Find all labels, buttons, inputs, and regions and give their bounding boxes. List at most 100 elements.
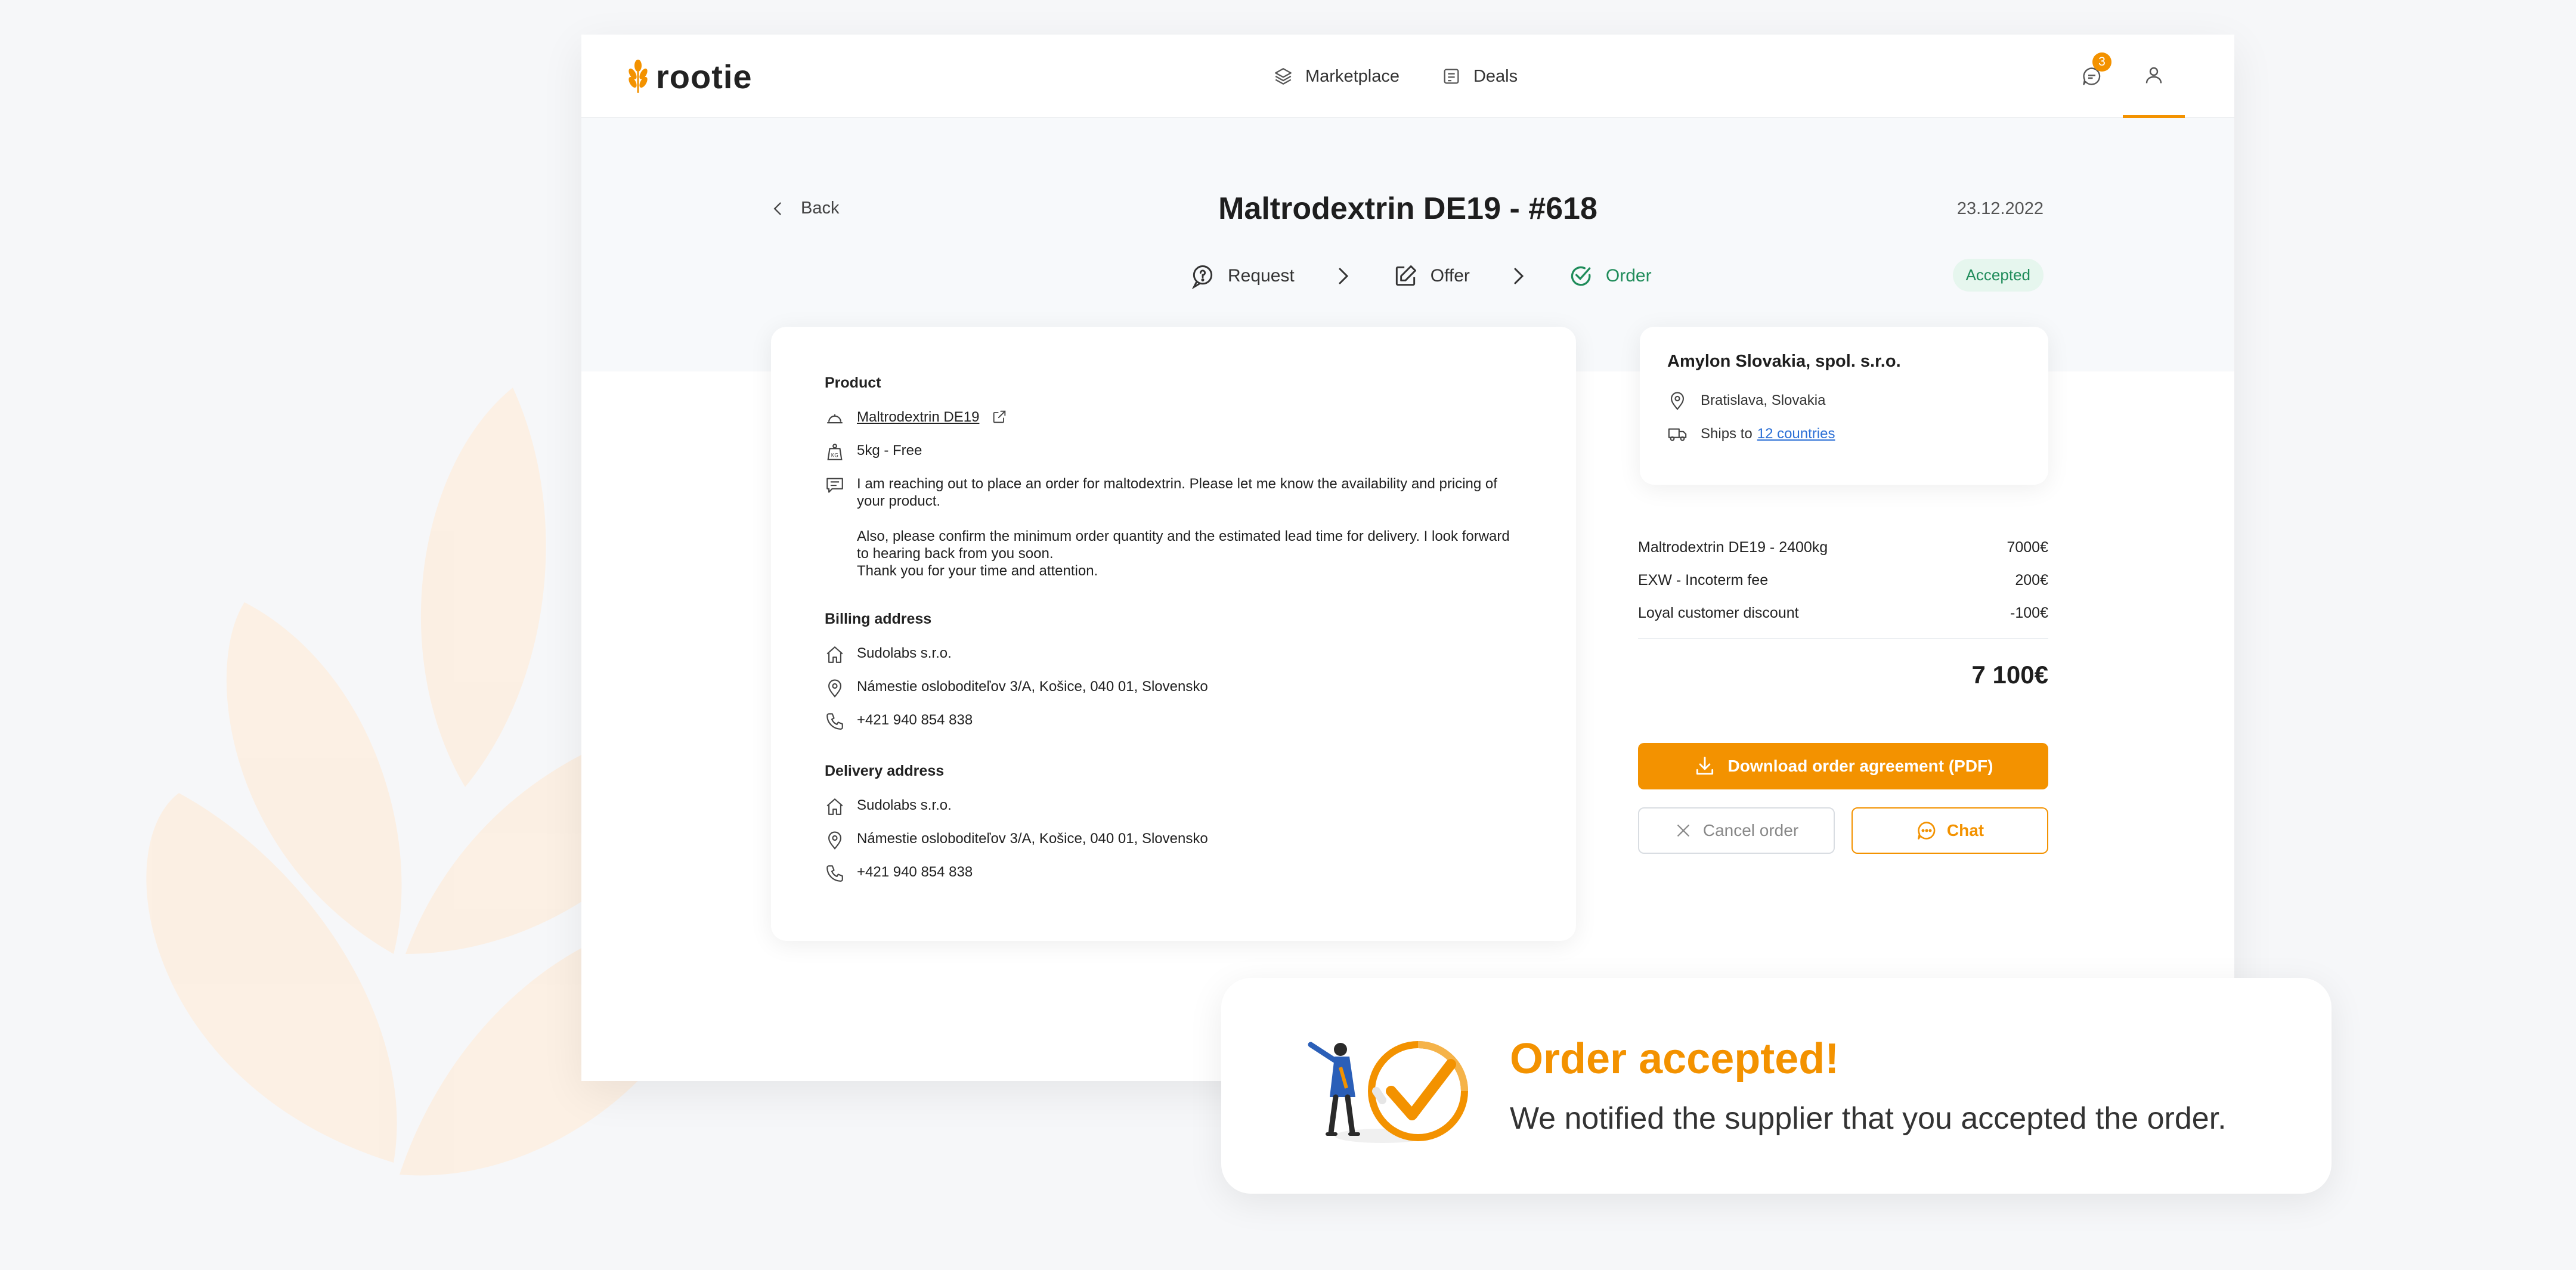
cancel-label: Cancel order (1702, 821, 1799, 840)
price-summary: Maltrodextrin DE19 - 2400kg 7000€ EXW - … (1638, 531, 2048, 689)
phone-icon (826, 865, 843, 882)
delivery-section-title: Delivery address (825, 763, 945, 779)
step-order[interactable]: Order (1568, 263, 1652, 289)
order-details-card: Product Maltrodextrin DE19 KG 5kg - Free… (771, 327, 1576, 941)
message-row: I am reaching out to place an order for … (825, 475, 1522, 580)
phone-icon (826, 713, 843, 730)
svg-text:KG: KG (831, 453, 838, 459)
toast-message: We notified the supplier that you accept… (1510, 1101, 2227, 1136)
request-message: I am reaching out to place an order for … (857, 475, 1522, 580)
delivery-address: Námestie osloboditeľov 3/A, Košice, 040 … (857, 831, 1208, 847)
supplier-shipping-row: Ships to 12 countries (1667, 424, 2021, 444)
delivery-phone: +421 940 854 838 (857, 864, 973, 880)
question-chat-icon (1191, 265, 1213, 289)
nav-label-marketplace: Marketplace (1305, 66, 1400, 86)
nav-label-deals: Deals (1473, 66, 1518, 86)
download-icon (1696, 757, 1713, 775)
download-agreement-button[interactable]: Download order agreement (PDF) (1638, 743, 2048, 789)
close-icon (1677, 825, 1689, 837)
step-order-label: Order (1605, 266, 1652, 286)
deals-icon (1444, 69, 1459, 84)
chat-label: Chat (1946, 821, 1984, 840)
price-divider (1638, 638, 2048, 639)
billing-address: Námestie osloboditeľov 3/A, Košice, 040 … (857, 679, 1208, 695)
step-request[interactable]: Request (1190, 263, 1295, 289)
delivery-address-row: Námestie osloboditeľov 3/A, Košice, 040 … (825, 830, 1522, 850)
product-name-row: Maltrodextrin DE19 (825, 408, 1522, 429)
nav-item-marketplace[interactable]: Marketplace (1273, 66, 1400, 86)
ships-countries-link[interactable]: 12 countries (1757, 426, 1835, 442)
product-section-title: Product (825, 374, 881, 391)
main-nav: Marketplace Deals (1273, 35, 1518, 118)
price-line: EXW - Incoterm fee 200€ (1638, 564, 2048, 597)
package-info: 5kg - Free (857, 442, 922, 459)
price-line-amount: 7000€ (2007, 539, 2048, 556)
wheat-logo-icon (628, 60, 648, 93)
billing-company-row: Sudolabs s.r.o. (825, 645, 1522, 665)
external-link-icon[interactable] (991, 408, 1008, 425)
price-line-label: Maltrodextrin DE19 - 2400kg (1638, 539, 1828, 556)
step-request-label: Request (1228, 266, 1295, 286)
location-pin-icon (1671, 392, 1684, 410)
home-icon (826, 646, 843, 663)
logo[interactable]: rootie (626, 57, 753, 95)
status-badge: Accepted (1952, 259, 2044, 292)
supplier-location-row: Bratislava, Slovakia (1667, 391, 2021, 411)
messages-count-badge: 3 (2092, 52, 2111, 72)
profile-button[interactable] (2123, 35, 2185, 118)
location-pin-icon (828, 679, 841, 698)
price-line: Loyal customer discount -100€ (1638, 597, 2048, 630)
download-label: Download order agreement (PDF) (1727, 757, 1993, 775)
success-illustration-icon (1308, 1041, 1468, 1143)
location-pin-icon (828, 831, 841, 850)
delivery-company: Sudolabs s.r.o. (857, 797, 952, 813)
weight-kg-icon: KG (827, 444, 843, 460)
chat-button[interactable]: Chat (1852, 807, 2048, 854)
order-accepted-toast: Order accepted! We notified the supplier… (1221, 978, 2332, 1194)
price-line-amount: -100€ (2010, 605, 2048, 621)
top-actions: 3 (2061, 35, 2234, 118)
message-icon (826, 478, 843, 493)
price-line: Maltrodextrin DE19 - 2400kg 7000€ (1638, 531, 2048, 564)
package-row: KG 5kg - Free (825, 442, 1522, 462)
chevron-right-icon (1514, 268, 1524, 284)
message-paragraph: Also, please confirm the minimum order q… (857, 528, 1510, 562)
price-line-amount: 200€ (2015, 572, 2048, 588)
app-window: rootie Marketplace Deals 3 Back Maltrode… (581, 35, 2234, 1081)
step-offer-label: Offer (1430, 266, 1470, 286)
supplier-card: Amylon Slovakia, spol. s.r.o. Bratislava… (1640, 327, 2048, 485)
home-icon (826, 798, 843, 815)
user-icon (2145, 67, 2162, 83)
messages-button[interactable]: 3 (2061, 35, 2123, 118)
delivery-phone-row: +421 940 854 838 (825, 863, 1522, 884)
deal-date: 23.12.2022 (1956, 199, 2044, 218)
edit-icon (1395, 265, 1416, 286)
nav-item-deals[interactable]: Deals (1441, 66, 1518, 86)
layers-icon (1275, 68, 1292, 85)
billing-phone-row: +421 940 854 838 (825, 711, 1522, 732)
deal-progress-steps: Request Offer Order (1190, 255, 1652, 297)
billing-phone: +421 940 854 838 (857, 712, 973, 728)
billing-company: Sudolabs s.r.o. (857, 645, 952, 661)
chat-bubble-icon (1918, 822, 1936, 840)
price-line-label: EXW - Incoterm fee (1638, 572, 1769, 588)
supplier-name: Amylon Slovakia, spol. s.r.o. (1667, 352, 1901, 371)
message-paragraph: I am reaching out to place an order for … (857, 476, 1497, 509)
cancel-order-button[interactable]: Cancel order (1638, 807, 1835, 854)
price-total: 7 100€ (1971, 661, 2048, 689)
step-offer[interactable]: Offer (1392, 263, 1470, 289)
delivery-company-row: Sudolabs s.r.o. (825, 797, 1522, 817)
check-circle-icon (1571, 266, 1591, 286)
food-cloche-icon (827, 414, 843, 424)
truck-icon (1668, 428, 1687, 441)
toast-title: Order accepted! (1510, 1035, 1840, 1083)
supplier-location: Bratislava, Slovakia (1701, 392, 1826, 408)
ships-prefix: Ships to (1701, 426, 1753, 442)
billing-address-row: Námestie osloboditeľov 3/A, Košice, 040 … (825, 678, 1522, 698)
logo-text: rootie (656, 57, 753, 95)
chevron-right-icon (1339, 268, 1348, 284)
product-link[interactable]: Maltrodextrin DE19 (857, 408, 979, 426)
billing-section-title: Billing address (825, 611, 932, 627)
top-navigation-bar: rootie Marketplace Deals 3 (581, 35, 2234, 118)
price-line-label: Loyal customer discount (1638, 605, 1799, 621)
